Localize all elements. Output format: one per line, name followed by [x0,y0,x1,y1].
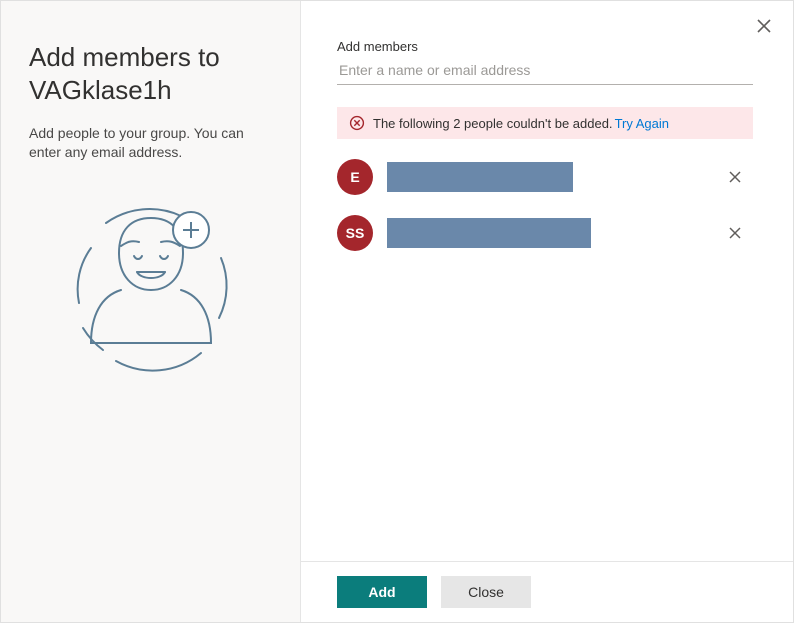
panel-title: Add members to VAGklase1h [29,41,272,106]
close-panel-button[interactable] [749,11,779,41]
panel-footer: Add Close [301,561,793,622]
try-again-link[interactable]: Try Again [615,116,669,131]
remove-member-button[interactable] [721,219,749,247]
failed-members-list: E SS [337,159,753,251]
title-line2: VAGklase1h [29,75,172,105]
plus-badge-icon [173,212,209,248]
add-button[interactable]: Add [337,576,427,608]
remove-member-button[interactable] [721,163,749,191]
avatar: SS [337,215,373,251]
member-name-redacted [387,218,591,248]
panel-body: Add members The following 2 people could… [301,1,793,561]
avatar: E [337,159,373,195]
close-icon [728,226,742,240]
close-button[interactable]: Close [441,576,531,608]
member-name-redacted [387,162,573,192]
member-row: SS [337,215,753,251]
close-icon [728,170,742,184]
close-icon [756,18,772,34]
member-row: E [337,159,753,195]
panel-right: Add members The following 2 people could… [301,1,793,622]
title-line1: Add members to [29,42,220,72]
add-members-panel: Add members to VAGklase1h Add people to … [0,0,794,623]
error-message-bar: The following 2 people couldn't be added… [337,107,753,139]
error-text: The following 2 people couldn't be added… [373,116,613,131]
add-person-illustration-icon [61,198,241,378]
error-icon [349,115,365,131]
add-members-label: Add members [337,39,753,54]
panel-left: Add members to VAGklase1h Add people to … [1,1,301,622]
panel-illustration [29,198,272,378]
add-members-input[interactable] [337,56,753,85]
panel-description: Add people to your group. You can enter … [29,124,272,162]
